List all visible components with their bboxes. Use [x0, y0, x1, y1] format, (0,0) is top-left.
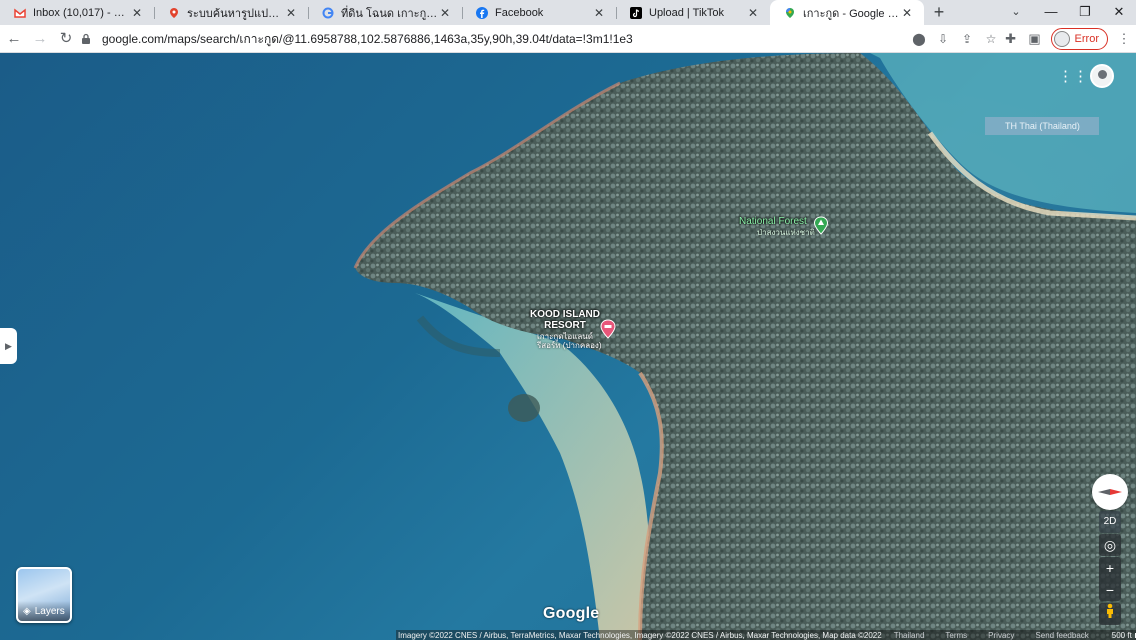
place-name-line1: KOOD ISLAND — [530, 309, 600, 320]
scale-label: 500 ft — [1111, 630, 1132, 640]
tab-search-icon[interactable]: ⌄ — [1006, 0, 1026, 25]
footer-link-feedback[interactable]: Send feedback — [1035, 631, 1088, 640]
forest-sublabel: ป่าสงวนแห่งชาติ — [757, 228, 815, 237]
compass-button[interactable] — [1092, 474, 1128, 510]
tab-google-maps[interactable]: เกาะกูด - Google Maps ✕ — [770, 0, 924, 25]
new-tab-button[interactable]: + — [924, 0, 954, 25]
forward-icon[interactable]: → — [28, 27, 52, 51]
tab-google-search[interactable]: ที่ดิน โฉนด เกาะกูด - Google S ✕ — [308, 0, 462, 25]
profile-button[interactable]: Error — [1050, 28, 1108, 50]
layers-label: Layers — [34, 605, 65, 617]
place-sub-line2: รีสอร์ท (ปากคลอง) — [537, 341, 602, 350]
close-window-icon[interactable]: ✕ — [1102, 0, 1136, 25]
street-view-icon — [1107, 603, 1113, 618]
tab-tiktok[interactable]: Upload | TikTok ✕ — [616, 0, 770, 25]
map-canvas[interactable]: ▶ ⋮⋮⋮ TH Thai (Thailand) KOOD ISLAND RES… — [0, 53, 1136, 640]
zoom-in-button[interactable]: + — [1099, 557, 1121, 579]
lock-icon — [82, 33, 90, 44]
imagery-attribution: Imagery ©2022 CNES / Airbus, TerraMetric… — [398, 630, 882, 640]
omnibox-actions: ⬤ ⇩ ⇪ ☆ — [907, 27, 1003, 51]
footer-link-privacy[interactable]: Privacy — [988, 631, 1014, 640]
profile-label: Error — [1074, 33, 1099, 45]
profile-avatar — [1053, 31, 1070, 47]
facebook-icon — [476, 6, 488, 19]
tab-title: ที่ดิน โฉนด เกาะกูด - Google S — [341, 7, 438, 20]
place-sub-line1: เกาะกูดไอแลนด์ — [537, 332, 593, 341]
share-icon[interactable]: ⇪ — [955, 32, 979, 46]
window-controls: — ❐ ✕ — [1034, 0, 1136, 25]
minimize-icon[interactable]: — — [1034, 0, 1068, 25]
tab-facebook[interactable]: Facebook ✕ — [462, 0, 616, 25]
close-icon[interactable]: ✕ — [900, 6, 914, 20]
footer-link-country[interactable]: Thailand — [894, 631, 925, 640]
google-apps-icon[interactable]: ⋮⋮⋮ — [1058, 66, 1103, 88]
more-menu-icon[interactable]: ⋮ — [1112, 31, 1136, 47]
place-name-line2: RESORT — [544, 320, 586, 331]
back-icon[interactable]: ← — [2, 27, 26, 51]
close-icon[interactable]: ✕ — [746, 6, 760, 20]
place-sublabel: เกาะกูดไอแลนด์ รีสอร์ท (ปากคลอง) — [537, 332, 601, 350]
toolbar-right: ✚ ▣ Error ⋮ — [999, 27, 1136, 51]
gmail-icon — [14, 7, 26, 18]
url-text: google.com/maps/search/เกาะกูด/@11.69587… — [102, 31, 633, 46]
forest-pin-icon[interactable] — [813, 216, 829, 235]
close-icon[interactable]: ✕ — [438, 6, 452, 20]
forest-label[interactable]: National Forest — [739, 216, 807, 227]
pegman-icon[interactable] — [1099, 603, 1121, 625]
side-panel-icon[interactable]: ▣ — [1023, 31, 1047, 47]
language-indicator: TH Thai (Thailand) — [985, 117, 1099, 135]
close-icon[interactable]: ✕ — [592, 6, 606, 20]
footer-link-terms[interactable]: Terms — [945, 631, 967, 640]
my-location-icon[interactable]: ◎ — [1099, 534, 1121, 556]
place-label[interactable]: KOOD ISLAND RESORT — [530, 309, 600, 331]
layers-icon: ◈ — [23, 605, 31, 617]
tab-title: Inbox (10,017) - sikarin10@ — [33, 6, 130, 19]
tab-title: Facebook — [495, 6, 544, 19]
reload-icon[interactable]: ↻ — [54, 27, 78, 51]
google-icon — [322, 7, 334, 18]
install-icon[interactable]: ⇩ — [931, 32, 955, 46]
tab-strip: Inbox (10,017) - sikarin10@ ✕ ระบบค้นหาร… — [0, 0, 1136, 25]
maps-pin-icon — [786, 7, 794, 18]
address-bar[interactable]: google.com/maps/search/เกาะกูด/@11.69587… — [80, 27, 1003, 51]
tab-land-search[interactable]: ระบบค้นหารูปแปลงที่ดิน (Lands ✕ — [154, 0, 308, 25]
close-icon[interactable]: ✕ — [130, 6, 144, 20]
browser-toolbar: ← → ↻ google.com/maps/search/เกาะกูด/@11… — [0, 25, 1136, 53]
google-logo: Google — [543, 605, 600, 622]
hotel-pin-icon[interactable] — [599, 319, 617, 339]
tiktok-icon — [630, 6, 642, 19]
tab-title: Upload | TikTok — [649, 6, 725, 19]
location-icon[interactable]: ⬤ — [907, 32, 931, 46]
compass-icon — [1098, 489, 1122, 495]
zoom-out-button[interactable]: − — [1099, 579, 1121, 601]
extensions-icon[interactable]: ✚ — [999, 31, 1023, 47]
account-avatar[interactable] — [1090, 64, 1114, 88]
tab-gmail[interactable]: Inbox (10,017) - sikarin10@ ✕ — [0, 0, 154, 25]
tab-title: เกาะกูด - Google Maps — [803, 7, 900, 20]
restore-icon[interactable]: ❐ — [1068, 0, 1102, 25]
scale-bar[interactable]: 500 ft — [1112, 631, 1136, 640]
layers-label-row: ◈ Layers — [18, 601, 70, 621]
map-footer: Imagery ©2022 CNES / Airbus, TerraMetric… — [396, 630, 1136, 640]
toggle-2d-button[interactable]: 2D — [1099, 511, 1121, 533]
layers-button[interactable]: ◈ Layers — [16, 567, 72, 623]
maps-pin-icon — [170, 7, 178, 18]
collapse-side-panel-button[interactable]: ▶ — [0, 328, 17, 364]
close-icon[interactable]: ✕ — [284, 6, 298, 20]
tab-title: ระบบค้นหารูปแปลงที่ดิน (Lands — [187, 7, 284, 20]
